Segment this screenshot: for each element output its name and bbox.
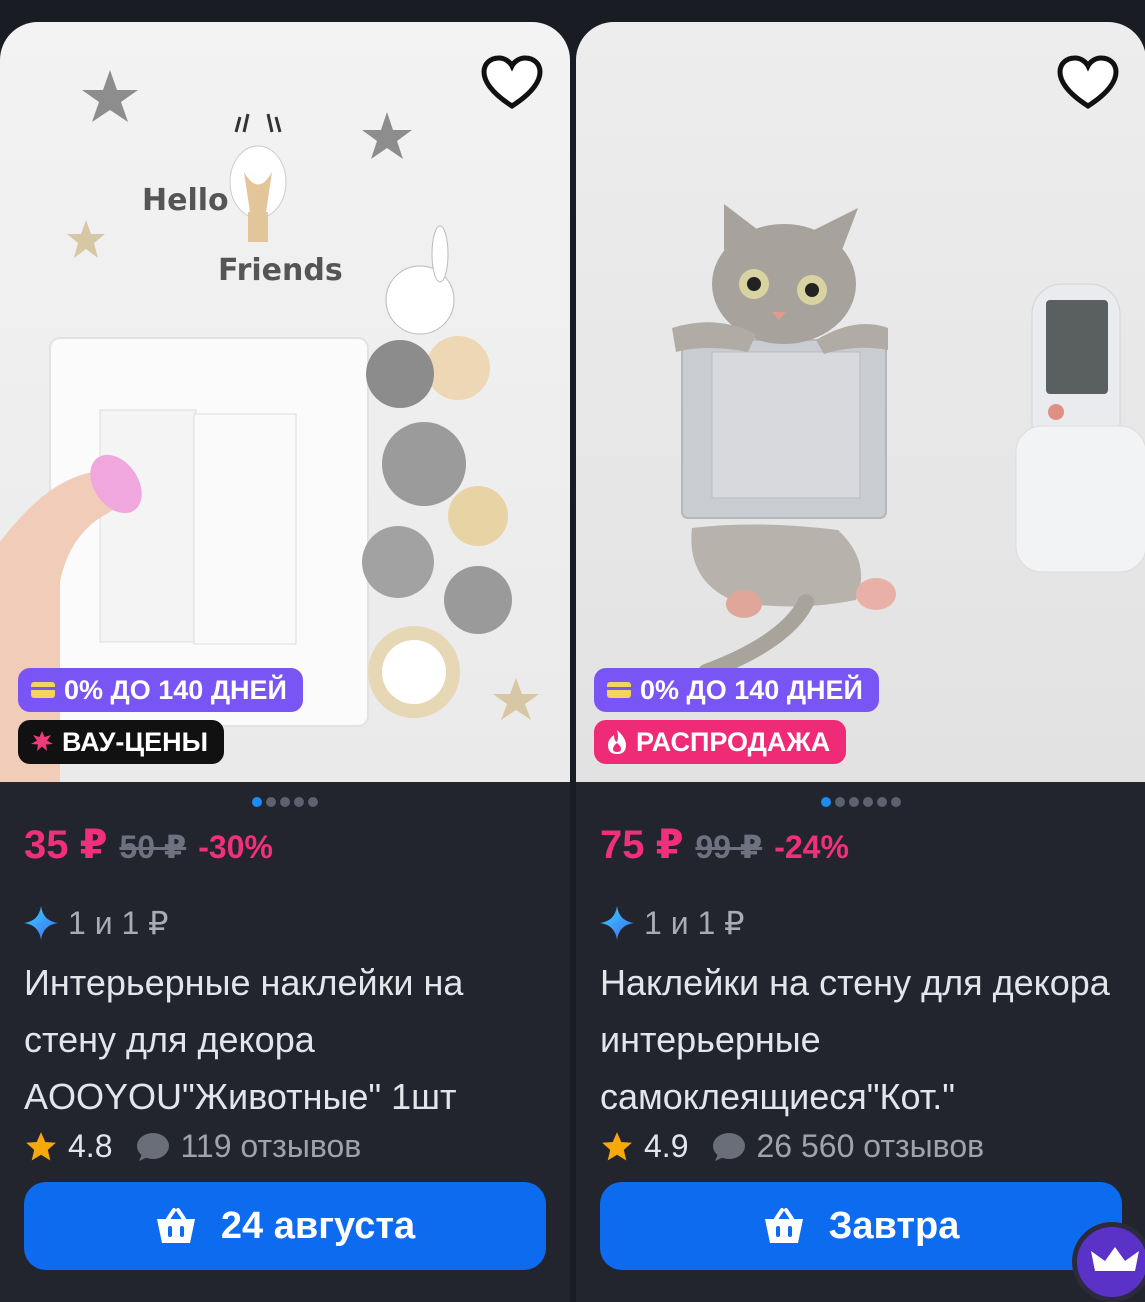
sparkle-icon bbox=[600, 906, 634, 940]
basket-icon bbox=[156, 1208, 195, 1243]
star-burst-icon bbox=[31, 731, 53, 751]
old-price: 50 ₽ bbox=[119, 829, 187, 865]
product-title[interactable]: Наклейки на стену для декора интерьерные… bbox=[600, 954, 1130, 1125]
price-row: 75 ₽ 99 ₽ -24% bbox=[600, 822, 849, 868]
image-pager bbox=[576, 794, 1145, 807]
promo-badge-text: РАСПРОДАЖА bbox=[636, 726, 831, 757]
basket-icon bbox=[764, 1208, 803, 1243]
hello-text: Hello bbox=[142, 183, 229, 218]
image-pager bbox=[0, 794, 570, 807]
reviews-count[interactable]: 26 560 отзывов bbox=[756, 1128, 984, 1165]
promo-line: 1 и 1 ₽ bbox=[22, 904, 169, 942]
rating-value: 4.8 bbox=[68, 1128, 113, 1164]
promo-badge: РАСПРОДАЖА bbox=[594, 720, 847, 764]
installment-badge: 0% ДО 140 ДНЕЙ bbox=[594, 668, 879, 712]
current-price: 75 ₽ bbox=[600, 823, 684, 867]
delivery-date: 24 августа bbox=[220, 1204, 416, 1247]
premium-button[interactable] bbox=[1072, 1222, 1145, 1302]
product-image[interactable]: Hello Friends 0% ДО 140 ДНЕЙ ВАУ-ЦЕНЫ bbox=[0, 22, 570, 782]
comment-icon bbox=[713, 1132, 746, 1161]
product-title[interactable]: Интерьерные наклейки на стену для декора… bbox=[24, 954, 554, 1125]
promo-badge: ВАУ-ЦЕНЫ bbox=[18, 720, 225, 764]
crown-icon bbox=[1091, 1247, 1139, 1271]
delivery-date: Завтра bbox=[828, 1204, 960, 1247]
rating-row: 4.9 26 560 отзывов bbox=[600, 1128, 984, 1165]
product-card[interactable]: 0% ДО 140 ДНЕЙ РАСПРОДАЖА 75 ₽ 99 ₽ -24%… bbox=[576, 22, 1145, 1302]
discount-percent: -24% bbox=[774, 829, 849, 865]
product-card[interactable]: Hello Friends 0% ДО 140 ДНЕЙ ВАУ-ЦЕНЫ 35… bbox=[0, 22, 570, 1302]
reviews-count[interactable]: 119 отзывов bbox=[180, 1128, 361, 1165]
installment-text: 0% ДО 140 ДНЕЙ bbox=[64, 674, 287, 705]
product-image[interactable]: 0% ДО 140 ДНЕЙ РАСПРОДАЖА bbox=[576, 22, 1145, 782]
sparkle-icon bbox=[24, 906, 58, 940]
comment-icon bbox=[137, 1132, 170, 1161]
card-icon bbox=[607, 682, 631, 698]
old-price: 99 ₽ bbox=[695, 829, 763, 865]
current-price: 35 ₽ bbox=[24, 823, 108, 867]
price-row: 35 ₽ 50 ₽ -30% bbox=[24, 822, 273, 868]
installment-badge: 0% ДО 140 ДНЕЙ bbox=[18, 668, 303, 712]
heart-icon[interactable] bbox=[1056, 54, 1120, 112]
installment-text: 0% ДО 140 ДНЕЙ bbox=[640, 674, 863, 705]
add-to-cart-button[interactable]: Завтра bbox=[600, 1182, 1122, 1270]
promo-line-text: 1 и 1 ₽ bbox=[644, 905, 745, 941]
flame-icon bbox=[608, 730, 626, 754]
friends-text: Friends bbox=[218, 253, 343, 288]
star-icon bbox=[26, 1131, 56, 1160]
discount-percent: -30% bbox=[198, 829, 273, 865]
card-icon bbox=[31, 682, 55, 698]
add-to-cart-button[interactable]: 24 августа bbox=[24, 1182, 546, 1270]
heart-icon[interactable] bbox=[480, 54, 544, 112]
star-icon bbox=[602, 1131, 632, 1160]
promo-badge-text: ВАУ-ЦЕНЫ bbox=[62, 726, 209, 757]
promo-line: 1 и 1 ₽ bbox=[598, 904, 745, 942]
rating-value: 4.9 bbox=[644, 1128, 689, 1164]
rating-row: 4.8 119 отзывов bbox=[24, 1128, 361, 1165]
promo-line-text: 1 и 1 ₽ bbox=[68, 905, 169, 941]
